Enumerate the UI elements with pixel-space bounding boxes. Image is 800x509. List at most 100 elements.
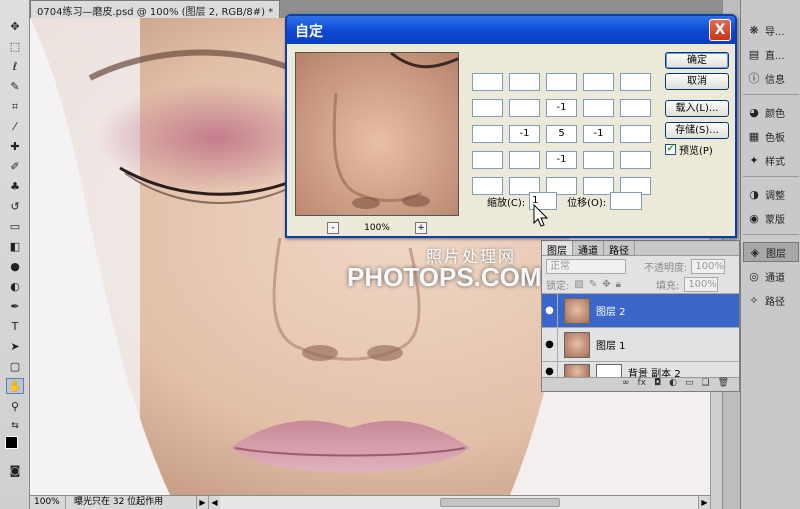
zoom-in-button[interactable]: + [414, 222, 427, 234]
kernel-cell[interactable]: 5 [546, 125, 577, 143]
dock-item-layers[interactable]: ◈ 图层 [743, 242, 799, 262]
dock-item-info[interactable]: ⓘ 信息 [743, 68, 799, 88]
kernel-cell[interactable] [509, 99, 540, 117]
group-icon[interactable]: ▭ [685, 378, 694, 391]
document-tab[interactable]: 0704练习—磨皮.psd @ 100% (图层 2, RGB/8#) * [30, 0, 280, 18]
filter-preview[interactable] [295, 52, 459, 216]
dock-item-swatches[interactable]: ▦ 色板 [743, 126, 799, 146]
gradient-tool-icon[interactable]: ◧ [6, 238, 24, 254]
preview-checkbox-row[interactable]: ✔ 预览(P) [665, 142, 713, 157]
kernel-cell[interactable] [583, 151, 614, 169]
scroll-right-icon[interactable]: ▶ [698, 496, 710, 509]
blur-tool-icon[interactable]: ● [6, 258, 24, 274]
load-button[interactable]: 载入(L)... [665, 100, 729, 117]
marquee-tool-icon[interactable]: ⬚ [6, 38, 24, 54]
foreground-color-swatch[interactable] [5, 436, 18, 449]
kernel-cell[interactable] [472, 73, 503, 91]
offset-field[interactable] [610, 192, 643, 210]
kernel-cell[interactable] [509, 73, 540, 91]
kernel-cell[interactable] [620, 73, 651, 91]
crop-tool-icon[interactable]: ⌗ [6, 98, 24, 114]
adjustment-icon[interactable]: ◐ [669, 378, 677, 391]
zoom-out-button[interactable]: - [327, 222, 339, 234]
brush-tool-icon[interactable]: ✐ [6, 158, 24, 174]
dock-item-channels[interactable]: ◎ 通道 [743, 266, 799, 286]
layers-icon: ◈ [750, 245, 760, 259]
trash-icon[interactable]: 🗑︎ [718, 378, 729, 391]
opacity-field[interactable]: 100% [691, 258, 726, 274]
preview-image [296, 53, 458, 215]
clone-stamp-tool-icon[interactable]: ♣ [6, 178, 24, 194]
blend-mode-select[interactable]: 正常 [546, 258, 626, 274]
status-arrow-icon[interactable]: ▶ [196, 496, 208, 509]
layer-row[interactable]: ● 图层 1 [542, 328, 739, 362]
lock-row: 锁定: ▨ ✎ ✥ 🔒︎ 填充: 100% [542, 276, 739, 294]
dock-item-styles[interactable]: ✦ 样式 [743, 150, 799, 170]
new-layer-icon[interactable]: ❏ [701, 378, 709, 391]
kernel-cell[interactable] [546, 73, 577, 91]
swap-colors-icon[interactable]: ⇆ [6, 418, 24, 434]
dock-item-masks[interactable]: ◉ 蒙版 [743, 208, 799, 228]
dock-item-navigator[interactable]: ❋ 导... [743, 20, 799, 40]
path-select-tool-icon[interactable]: ➤ [6, 338, 24, 354]
type-tool-icon[interactable]: T [6, 318, 24, 334]
dock-item-adjustments[interactable]: ◑ 调整 [743, 184, 799, 204]
eraser-tool-icon[interactable]: ▭ [6, 218, 24, 234]
hand-tool-icon[interactable]: ✋ [6, 378, 24, 394]
close-button[interactable]: X [709, 19, 731, 41]
kernel-cell[interactable] [620, 125, 651, 143]
link-icon[interactable]: ∞ [622, 378, 630, 391]
quick-mask-icon[interactable]: ◙ [6, 462, 24, 478]
tab-paths[interactable]: 路径 [604, 241, 635, 257]
kernel-cell[interactable] [472, 125, 503, 143]
eyedropper-tool-icon[interactable]: ⁄ [6, 118, 24, 134]
pen-tool-icon[interactable]: ✒ [6, 298, 24, 314]
kernel-cell[interactable]: -1 [509, 125, 540, 143]
lock-all-icon[interactable]: 🔒︎ [616, 279, 621, 290]
fx-icon[interactable]: fx [637, 378, 646, 391]
kernel-cell[interactable] [620, 151, 651, 169]
kernel-cell[interactable]: -1 [546, 99, 577, 117]
preview-checkbox[interactable]: ✔ [665, 144, 676, 155]
lock-transparency-icon[interactable]: ▨ [574, 279, 583, 290]
kernel-cell[interactable] [472, 99, 503, 117]
scroll-left-icon[interactable]: ◀ [208, 496, 220, 509]
horizontal-scrollbar[interactable] [220, 496, 698, 509]
layer-row[interactable]: ● 图层 2 [542, 294, 739, 328]
kernel-cell[interactable]: -1 [583, 125, 614, 143]
masks-icon: ◉ [749, 211, 759, 225]
quick-select-tool-icon[interactable]: ✎ [6, 78, 24, 94]
kernel-cell[interactable] [620, 99, 651, 117]
tools-panel: ✥ ⬚ ℓ ✎ ⌗ ⁄ ✚ ✐ ♣ ↺ ▭ ◧ ● ◐ ✒ T ➤ ▢ ✋ ⚲ … [0, 0, 30, 509]
history-brush-tool-icon[interactable]: ↺ [6, 198, 24, 214]
dialog-titlebar[interactable]: 自定 X [287, 16, 735, 44]
healing-brush-tool-icon[interactable]: ✚ [6, 138, 24, 154]
zoom-tool-icon[interactable]: ⚲ [6, 398, 24, 414]
kernel-cell[interactable]: -1 [546, 151, 577, 169]
visibility-eye-icon[interactable]: ● [542, 294, 558, 327]
lock-pixels-icon[interactable]: ✎ [589, 279, 597, 290]
visibility-eye-icon[interactable]: ● [542, 328, 558, 361]
lock-position-icon[interactable]: ✥ [602, 279, 610, 290]
dock-item-color[interactable]: ◕ 颜色 [743, 102, 799, 122]
shape-tool-icon[interactable]: ▢ [6, 358, 24, 374]
ok-button[interactable]: 确定 [665, 52, 729, 69]
dock-item-histogram[interactable]: ▤ 直... [743, 44, 799, 64]
mask-icon[interactable]: ◘ [654, 378, 661, 391]
save-button[interactable]: 存储(S)... [665, 122, 729, 139]
fill-field[interactable]: 100% [684, 277, 719, 292]
move-tool-icon[interactable]: ✥ [6, 18, 24, 34]
kernel-cell[interactable] [509, 151, 540, 169]
kernel-cell[interactable] [583, 99, 614, 117]
preview-zoom-control: - 100% + [327, 221, 427, 235]
tab-channels[interactable]: 通道 [573, 241, 604, 257]
dock-item-paths[interactable]: ✧ 路径 [743, 290, 799, 310]
lasso-tool-icon[interactable]: ℓ [6, 58, 24, 74]
zoom-level[interactable]: 100% [30, 496, 66, 509]
kernel-cell[interactable] [472, 151, 503, 169]
dodge-tool-icon[interactable]: ◐ [6, 278, 24, 294]
horizontal-scroll-thumb[interactable] [440, 498, 560, 507]
cancel-button[interactable]: 取消 [665, 73, 729, 90]
kernel-cell[interactable] [583, 73, 614, 91]
tab-layers[interactable]: 图层 [542, 241, 573, 257]
